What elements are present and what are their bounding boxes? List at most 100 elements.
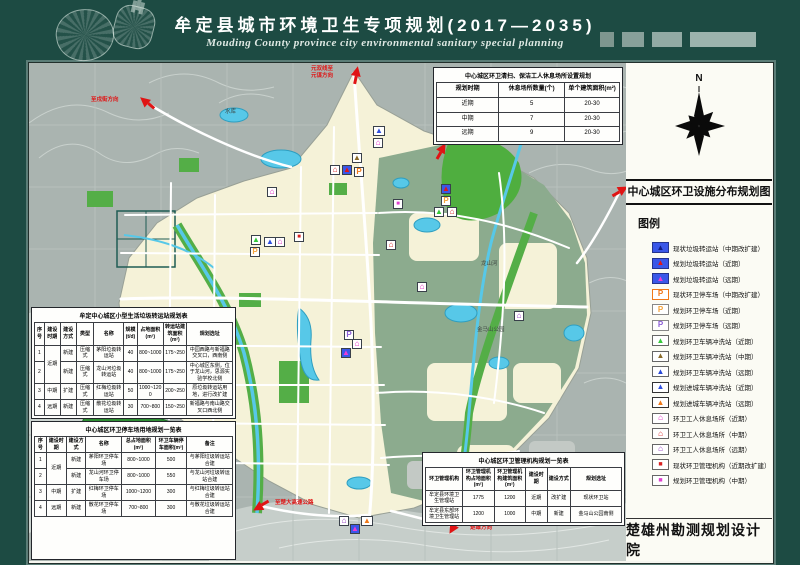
table-row: 中期720-30 <box>437 112 620 127</box>
table-cell: 散花垃圾转运站 <box>94 400 124 416</box>
table-cell: 中心城区东侧，位于龙山河，思源实验学校北侧 <box>187 361 233 384</box>
table-cell: 与红梅垃圾转运站合建 <box>187 485 233 501</box>
institute-name: 楚雄州勘测规划设计院 <box>626 518 772 561</box>
map-icon-tri: ▲ <box>373 126 385 136</box>
table-header-cell: 建设方式 <box>60 323 76 346</box>
table-header-cell: 环卫管理机构占地面积(m²) <box>463 468 494 491</box>
legend-label: 规划垃圾转运站（近期） <box>673 258 745 268</box>
map-icon-wash: ▲ <box>251 235 261 245</box>
legend-item: ⌂ 环卫工人休息场所（中期） <box>638 426 768 442</box>
table-cell: 茅阳垃圾转运站 <box>94 345 124 361</box>
table-cell: 175~250 <box>163 345 187 361</box>
map-icon-house: ⌂ <box>514 311 524 321</box>
legend-label: 现状环卫停车场（中期改扩建） <box>673 289 764 299</box>
legend-symbol-icon: ▲ <box>652 258 669 269</box>
table-header-cell: 环卫车辆停车面积(m²) <box>155 437 187 453</box>
table-cell: 新福路与南山路交叉口西北侧 <box>187 400 233 416</box>
table-row: 近期520-30 <box>437 97 620 112</box>
table-header-cell: 环卫管理机构建筑面积(m²) <box>494 468 525 491</box>
table-cell: 200~250 <box>163 384 187 400</box>
table-header-cell: 转运站建筑面积(m²) <box>163 323 187 346</box>
table-cell: 30 <box>124 400 138 416</box>
legend-item: ▲规划进城车辆冲洗站（近期） <box>638 380 768 396</box>
table-header-cell: 建设时期 <box>525 468 547 491</box>
legend-label: 环卫工人休息场所（中期） <box>673 429 751 439</box>
table-cell: 中期 <box>46 485 66 501</box>
map-icon-sq: ■ <box>393 199 403 209</box>
table-cell: 2 <box>35 469 47 485</box>
legend-item: P现状环卫停车场（中期改扩建） <box>638 287 768 303</box>
table-cell: 中期 <box>44 384 60 400</box>
legend-symbol-icon: ▲ <box>652 351 669 362</box>
legend-title: 图例 <box>638 215 768 231</box>
table-row: 1近期新建压缩式茅阳垃圾转运站40800~1000175~250中园西路与新福路… <box>35 345 233 361</box>
legend-item: P规划环卫停车场（近期） <box>638 302 768 318</box>
table-cell: 压缩式 <box>76 345 94 361</box>
sheet: ⌂▲P▲⌂■▲P▲⌂■▲▲⌂P⌂⌂▲⌂P⌂▲⌂⌂▲▲至戌街方向元双线至 元谋方向… <box>28 62 774 564</box>
table-cell: 500 <box>155 453 187 469</box>
table-row: 3中期扩建红梅环卫停车场1000~1200300与红梅垃圾转运站合建 <box>35 485 233 501</box>
table-cell: 近期 <box>525 490 547 506</box>
table-cell: 1 <box>35 453 47 469</box>
table-header-cell: 建设时期 <box>44 323 60 346</box>
legend-item: ▲规划垃圾转运站（远期） <box>638 271 768 287</box>
legend-label: 规划环卫停车场（近期） <box>673 305 745 315</box>
legend-item: ▲ 现状垃圾转运站（中期改扩建） <box>638 240 768 256</box>
table-cell: 远期 <box>46 501 66 517</box>
map-icon-sq: ■ <box>294 232 304 242</box>
table-cell: 1000 <box>494 506 525 522</box>
legend-symbol-icon: ▲ <box>652 335 669 346</box>
table-cell: 扩建 <box>60 384 76 400</box>
table-header-cell: 类型 <box>76 323 94 346</box>
legend-item: ▲规划环卫车辆冲洗站（近期） <box>638 333 768 349</box>
table-cell: 原垃圾转运站用地，进行改扩建 <box>187 384 233 400</box>
map-title: 中心城区环卫设施分布规划图 <box>626 179 772 205</box>
map-label: 水库 <box>225 107 236 115</box>
table-cell: 龙山河环卫停车场 <box>86 469 122 485</box>
legend-item: ▲ 规划垃圾转运站（近期） <box>638 256 768 272</box>
table-header-cell: 环卫管理机构 <box>426 468 463 491</box>
table-header-cell: 规划时期 <box>437 83 499 98</box>
decor-block <box>600 32 614 47</box>
map-icon-P: P <box>441 196 451 206</box>
table-header-cell: 备注 <box>187 437 233 453</box>
table-header-cell: 占地面积(m²) <box>137 323 163 346</box>
table-cell: 175~250 <box>163 361 187 384</box>
map-label: 龙山河 <box>481 259 498 267</box>
legend-symbol-icon: ⌂ <box>652 428 669 439</box>
page-subtitle: Mouding County province city environment… <box>150 37 620 49</box>
table-cell: 1000~1200 <box>137 384 163 400</box>
table-cell: 150~250 <box>163 400 187 416</box>
legend-item: P规划环卫停车场（远期） <box>638 318 768 334</box>
page-title: 牟定县城市环境卫生专项规划(2017—2035) <box>150 11 620 36</box>
table-cell: 近期 <box>44 345 60 384</box>
table-cell: 7 <box>499 112 565 127</box>
map-icon-house: ⌂ <box>275 237 285 247</box>
legend-label: 规划垃圾转运站（远期） <box>673 274 745 284</box>
legend-label: 现状垃圾转运站（中期改扩建） <box>673 243 764 253</box>
table-cell: 压缩式 <box>76 361 94 384</box>
legend-item: ▲规划进城车辆冲洗站（远期） <box>638 395 768 411</box>
table-title: 中心城区环卫停车场用地规划一览表 <box>34 425 233 434</box>
map-icon-house: ⌂ <box>339 516 349 526</box>
table-header-cell: 名称 <box>94 323 124 346</box>
legend-symbol-icon: ▲ <box>652 397 669 408</box>
table-row: 3中期扩建压缩式红梅垃圾转运站501000~1200200~250原垃圾转运站用… <box>35 384 233 400</box>
table-row: 1近期新建茅阳环卫停车场800~1000500与茅阳垃圾转运站合建 <box>35 453 233 469</box>
table-cell: 现状环卫站 <box>571 490 622 506</box>
table-cell: 9 <box>499 127 565 142</box>
table-header-cell: 建设方式 <box>547 468 571 491</box>
table-cell: 550 <box>155 469 187 485</box>
legend-symbol-icon: ▲ <box>652 242 669 253</box>
legend-item: ⌂环卫工人休息场所（近期） <box>638 411 768 427</box>
table-header-cell: 单个建筑面积(m²) <box>565 83 620 98</box>
table-cell: 金马山公园南侧 <box>571 506 622 522</box>
table-header-cell: 序号 <box>35 437 47 453</box>
table-cell: 散花环卫停车场 <box>86 501 122 517</box>
table-cell: 茅阳环卫停车场 <box>86 453 122 469</box>
legend-item: ▲规划环卫车辆冲洗站（远期） <box>638 364 768 380</box>
table-cell: 1200 <box>494 490 525 506</box>
table-cell: 1200 <box>463 506 494 522</box>
table-header-cell: 建设时期 <box>46 437 66 453</box>
map-icon-wash: ▲ <box>434 207 444 217</box>
